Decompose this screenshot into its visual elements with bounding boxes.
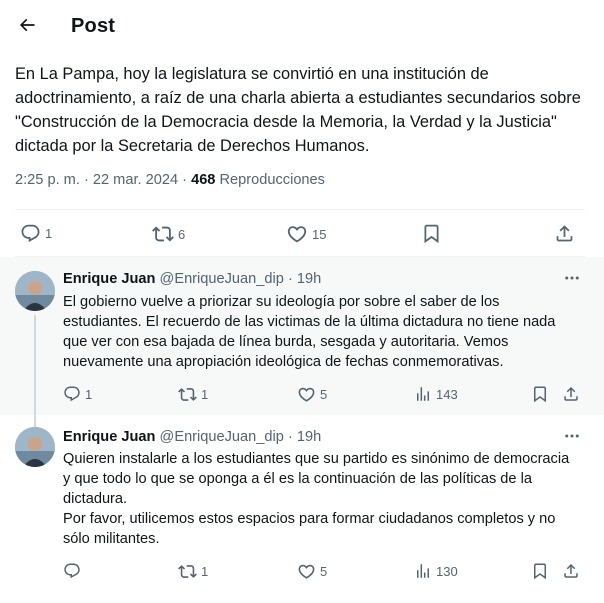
post-meta: 2:25 p. m. · 22 mar. 2024 · 468 Reproduc…: [15, 172, 325, 188]
reply-icon: [63, 385, 81, 403]
bookmark-button[interactable]: [531, 385, 549, 403]
author-name[interactable]: Enrique Juan: [63, 271, 155, 287]
like-icon: [297, 385, 316, 404]
meta-separator: ·: [178, 172, 192, 188]
reply-text: Quieren instalarle a los estudiantes que…: [63, 451, 570, 547]
repost-count: 1: [201, 564, 209, 579]
back-button[interactable]: [14, 14, 40, 40]
post-text: En La Pampa, hoy la legislatura se convi…: [15, 65, 581, 155]
like-count: 15: [312, 226, 327, 242]
like-icon: [286, 223, 308, 245]
like-button[interactable]: 5: [297, 562, 327, 581]
author-handle[interactable]: @EnriqueJuan_dip: [160, 271, 284, 287]
divider: [15, 209, 585, 210]
views-count: 143: [436, 386, 458, 402]
more-button[interactable]: [562, 270, 582, 290]
avatar[interactable]: [15, 271, 55, 311]
post-header: Post: [0, 0, 604, 54]
share-icon: [562, 385, 580, 403]
author-name[interactable]: Enrique Juan: [63, 429, 155, 445]
bookmark-button[interactable]: [421, 223, 442, 244]
reply-count: 1: [45, 226, 53, 241]
meta-separator: ·: [79, 172, 93, 188]
reply-icon: [63, 562, 81, 580]
author-handle[interactable]: @EnriqueJuan_dip: [160, 429, 284, 445]
views-button[interactable]: 130: [414, 562, 458, 580]
share-button[interactable]: [562, 562, 580, 580]
repost-icon: [178, 385, 197, 404]
like-count: 5: [320, 387, 328, 402]
repost-button[interactable]: 1: [178, 562, 208, 581]
reply-time[interactable]: 19h: [297, 271, 321, 287]
more-button[interactable]: [562, 428, 582, 448]
reply-button[interactable]: [63, 562, 85, 580]
meta-separator: ·: [287, 271, 293, 287]
reply-button[interactable]: 1: [63, 385, 92, 403]
reply-count: 1: [85, 386, 93, 402]
reply-tweet[interactable]: Enrique Juan @EnriqueJuan_dip · 19h Quie…: [0, 415, 604, 603]
views-label[interactable]: Reproducciones: [220, 172, 325, 188]
bookmark-icon: [421, 223, 442, 244]
reply-text: El gobierno vuelve a priorizar su ideolo…: [63, 294, 556, 370]
repost-count: 6: [178, 226, 186, 242]
thread-line: [34, 315, 36, 415]
arrow-left-icon: [17, 15, 37, 40]
reply-time[interactable]: 19h: [297, 429, 321, 445]
repost-icon: [178, 562, 197, 581]
bookmark-icon: [531, 562, 549, 580]
post-date[interactable]: 22 mar. 2024: [93, 172, 178, 188]
bookmark-icon: [531, 385, 549, 403]
like-button[interactable]: 5: [297, 385, 327, 404]
thread-line: [34, 415, 36, 427]
share-icon: [562, 562, 580, 580]
reply-header: Enrique Juan @EnriqueJuan_dip · 19h: [63, 429, 321, 445]
views-button[interactable]: 143: [414, 385, 458, 403]
meta-separator: ·: [287, 429, 293, 445]
repost-icon: [152, 223, 174, 245]
like-button[interactable]: 15: [286, 223, 326, 245]
views-count: 130: [436, 563, 458, 579]
reply-tweet[interactable]: Enrique Juan @EnriqueJuan_dip · 19h El g…: [0, 257, 604, 415]
more-icon: [563, 269, 581, 292]
share-button[interactable]: [562, 385, 580, 403]
repost-button[interactable]: 6: [152, 223, 185, 245]
like-count: 5: [320, 564, 328, 579]
repost-count: 1: [201, 387, 209, 402]
reply-header: Enrique Juan @EnriqueJuan_dip · 19h: [63, 271, 321, 287]
page-title: Post: [71, 15, 116, 37]
share-icon: [554, 223, 575, 244]
views-count[interactable]: 468: [191, 172, 215, 188]
views-icon: [414, 385, 432, 403]
like-icon: [297, 562, 316, 581]
post-time[interactable]: 2:25 p. m.: [15, 172, 80, 188]
avatar[interactable]: [15, 427, 55, 467]
post-action-bar: 1 6 15: [0, 219, 604, 249]
share-button[interactable]: [554, 223, 575, 244]
reply-button[interactable]: 1: [20, 223, 52, 244]
more-icon: [563, 427, 581, 450]
reply-icon: [20, 223, 41, 244]
views-icon: [414, 562, 432, 580]
repost-button[interactable]: 1: [178, 385, 208, 404]
bookmark-button[interactable]: [531, 562, 549, 580]
